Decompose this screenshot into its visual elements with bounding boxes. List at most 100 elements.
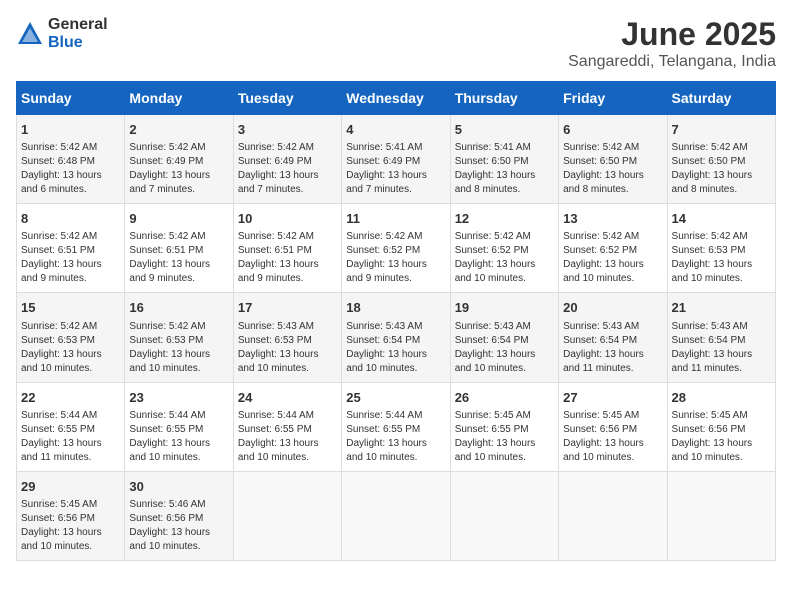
day-info: and 9 minutes.: [238, 272, 337, 286]
day-info: Daylight: 13 hours: [455, 169, 554, 183]
calendar-cell: 29Sunrise: 5:45 AMSunset: 6:56 PMDayligh…: [17, 471, 125, 560]
week-row-1: 8Sunrise: 5:42 AMSunset: 6:51 PMDaylight…: [17, 204, 776, 293]
day-info: and 9 minutes.: [21, 272, 120, 286]
day-info: Sunset: 6:53 PM: [672, 244, 771, 258]
day-info: and 6 minutes.: [21, 183, 120, 197]
calendar-cell: [342, 471, 450, 560]
header-thursday: Thursday: [450, 82, 558, 115]
day-info: Sunrise: 5:42 AM: [21, 230, 120, 244]
day-number: 7: [672, 121, 771, 139]
day-info: Sunset: 6:51 PM: [238, 244, 337, 258]
day-info: Sunset: 6:52 PM: [346, 244, 445, 258]
day-info: and 8 minutes.: [563, 183, 662, 197]
day-info: Sunrise: 5:42 AM: [21, 141, 120, 155]
day-info: and 10 minutes.: [672, 451, 771, 465]
calendar-cell: [450, 471, 558, 560]
day-info: Daylight: 13 hours: [346, 258, 445, 272]
header-friday: Friday: [559, 82, 667, 115]
day-info: Sunrise: 5:42 AM: [563, 230, 662, 244]
day-number: 14: [672, 210, 771, 228]
day-info: Sunrise: 5:42 AM: [455, 230, 554, 244]
calendar-cell: 6Sunrise: 5:42 AMSunset: 6:50 PMDaylight…: [559, 115, 667, 204]
day-info: Daylight: 13 hours: [563, 348, 662, 362]
day-info: and 10 minutes.: [21, 362, 120, 376]
day-info: Sunset: 6:56 PM: [129, 512, 228, 526]
day-info: Sunset: 6:56 PM: [563, 423, 662, 437]
day-info: Sunset: 6:54 PM: [563, 334, 662, 348]
calendar-cell: 24Sunrise: 5:44 AMSunset: 6:55 PMDayligh…: [233, 382, 341, 471]
day-info: Daylight: 13 hours: [563, 258, 662, 272]
day-info: Sunset: 6:50 PM: [672, 155, 771, 169]
day-number: 19: [455, 299, 554, 317]
day-info: Sunset: 6:49 PM: [129, 155, 228, 169]
day-info: Sunset: 6:53 PM: [129, 334, 228, 348]
calendar-cell: 14Sunrise: 5:42 AMSunset: 6:53 PMDayligh…: [667, 204, 775, 293]
day-info: Sunrise: 5:43 AM: [563, 320, 662, 334]
day-info: Sunrise: 5:42 AM: [672, 230, 771, 244]
day-info: and 10 minutes.: [563, 272, 662, 286]
day-number: 4: [346, 121, 445, 139]
day-number: 9: [129, 210, 228, 228]
day-info: Sunset: 6:54 PM: [455, 334, 554, 348]
day-info: and 7 minutes.: [129, 183, 228, 197]
day-info: and 7 minutes.: [238, 183, 337, 197]
week-row-3: 22Sunrise: 5:44 AMSunset: 6:55 PMDayligh…: [17, 382, 776, 471]
day-info: Daylight: 13 hours: [455, 437, 554, 451]
day-info: Daylight: 13 hours: [21, 169, 120, 183]
day-info: Daylight: 13 hours: [238, 437, 337, 451]
day-info: Sunrise: 5:42 AM: [21, 320, 120, 334]
logo-general: General: [48, 16, 108, 34]
day-number: 23: [129, 389, 228, 407]
day-number: 20: [563, 299, 662, 317]
header-saturday: Saturday: [667, 82, 775, 115]
day-number: 18: [346, 299, 445, 317]
day-info: and 10 minutes.: [455, 362, 554, 376]
day-info: and 10 minutes.: [563, 451, 662, 465]
calendar-cell: 3 Sunrise: 5:42 AMSunset: 6:49 PMDaylight…: [233, 115, 341, 204]
week-row-0: 1Sunrise: 5:42 AMSunset: 6:48 PMDaylight…: [17, 115, 776, 204]
day-info: Daylight: 13 hours: [672, 437, 771, 451]
day-info: Sunrise: 5:43 AM: [346, 320, 445, 334]
day-info: Sunrise: 5:42 AM: [563, 141, 662, 155]
day-info: Sunset: 6:50 PM: [563, 155, 662, 169]
day-info: Sunrise: 5:46 AM: [129, 498, 228, 512]
day-info: Sunrise: 5:42 AM: [346, 230, 445, 244]
day-info: Sunset: 6:52 PM: [455, 244, 554, 258]
day-number: 3: [238, 121, 337, 139]
day-info: Sunrise: 5:42 AM: [238, 141, 337, 155]
day-info: and 10 minutes.: [129, 540, 228, 554]
day-info: Sunrise: 5:45 AM: [455, 409, 554, 423]
day-info: and 10 minutes.: [129, 451, 228, 465]
week-row-4: 29Sunrise: 5:45 AMSunset: 6:56 PMDayligh…: [17, 471, 776, 560]
day-number: 12: [455, 210, 554, 228]
day-info: Sunrise: 5:43 AM: [238, 320, 337, 334]
day-info: Sunset: 6:49 PM: [238, 155, 337, 169]
day-info: Daylight: 13 hours: [129, 437, 228, 451]
header-wednesday: Wednesday: [342, 82, 450, 115]
day-info: Sunrise: 5:43 AM: [455, 320, 554, 334]
day-info: Sunset: 6:55 PM: [21, 423, 120, 437]
day-info: Sunset: 6:49 PM: [346, 155, 445, 169]
day-number: 27: [563, 389, 662, 407]
day-info: Sunrise: 5:43 AM: [672, 320, 771, 334]
day-number: 10: [238, 210, 337, 228]
main-title: June 2025: [568, 16, 776, 53]
day-info: and 9 minutes.: [129, 272, 228, 286]
day-info: and 10 minutes.: [455, 451, 554, 465]
calendar-cell: 8Sunrise: 5:42 AMSunset: 6:51 PMDaylight…: [17, 204, 125, 293]
calendar-cell: [559, 471, 667, 560]
logo: General Blue: [16, 16, 108, 51]
day-info: Sunset: 6:50 PM: [455, 155, 554, 169]
calendar-cell: 7Sunrise: 5:42 AMSunset: 6:50 PMDaylight…: [667, 115, 775, 204]
calendar-cell: 13Sunrise: 5:42 AMSunset: 6:52 PMDayligh…: [559, 204, 667, 293]
day-number: 26: [455, 389, 554, 407]
day-info: Daylight: 13 hours: [238, 169, 337, 183]
day-info: Daylight: 13 hours: [129, 258, 228, 272]
day-info: and 10 minutes.: [238, 451, 337, 465]
day-info: and 8 minutes.: [455, 183, 554, 197]
day-info: Daylight: 13 hours: [21, 526, 120, 540]
calendar-cell: 20 Sunrise: 5:43 AMSunset: 6:54 PMDayligh…: [559, 293, 667, 382]
day-info: Daylight: 13 hours: [129, 348, 228, 362]
calendar-cell: 16Sunrise: 5:42 AMSunset: 6:53 PMDayligh…: [125, 293, 233, 382]
day-info: Sunrise: 5:44 AM: [21, 409, 120, 423]
